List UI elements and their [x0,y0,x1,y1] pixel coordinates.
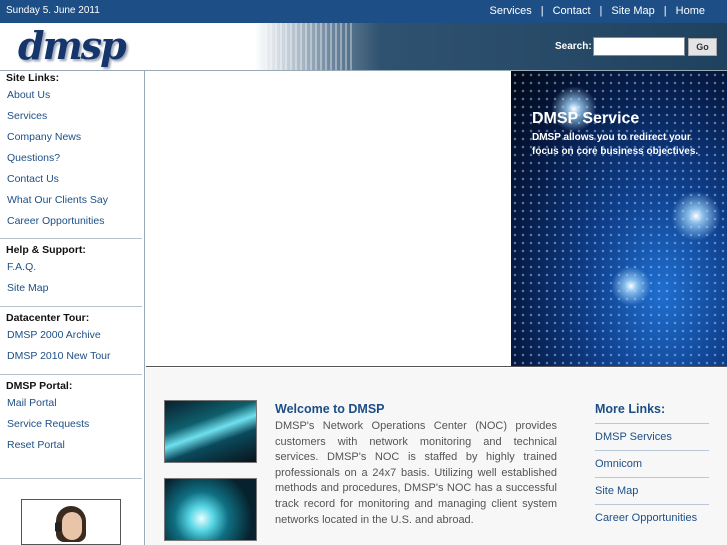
hero-title: DMSP Service [532,110,640,127]
top-nav: Services | Contact | Site Map | Home [490,5,705,17]
hero-subtitle: DMSP allows you to redirect your focus o… [532,132,699,157]
sidebar-item-dmsp-2010-tour[interactable]: DMSP 2010 New Tour [0,346,142,367]
sidebar: Site Links: About Us Services Company Ne… [0,71,145,545]
dmsp-logo[interactable]: dmsp [18,23,127,68]
sidebar-heading: Site Links: [6,72,60,84]
sidebar-divider [0,238,142,239]
search-go-button[interactable]: Go [688,38,717,56]
more-link-career-opportunities[interactable]: Career Opportunities [595,504,709,531]
top-nav-site-map[interactable]: Site Map [611,5,654,17]
sidebar-item-company-news[interactable]: Company News [0,127,142,148]
sidebar-heading: Datacenter Tour: [6,312,90,324]
sidebar-section-portal: DMSP Portal: Mail Portal Service Request… [0,379,142,456]
hero-blank-area [146,71,511,367]
sidebar-heading: DMSP Portal: [6,380,73,392]
sidebar-divider [0,478,142,479]
sidebar-item-about-us[interactable]: About Us [0,85,142,106]
nav-separator: | [599,5,603,17]
sidebar-item-clients-say[interactable]: What Our Clients Say [0,190,142,211]
sidebar-divider [0,374,142,375]
sidebar-heading: Help & Support: [6,244,86,256]
tunnel-thumbnail-image [164,478,257,541]
sidebar-section-site-links: Site Links: About Us Services Company Ne… [0,71,142,232]
agent-face [62,512,82,540]
sidebar-item-reset-portal[interactable]: Reset Portal [0,435,142,456]
sidebar-item-mail-portal[interactable]: Mail Portal [0,393,142,414]
sidebar-item-services[interactable]: Services [0,106,142,127]
hero-banner: DMSP Service DMSP allows you to redirect… [511,71,727,367]
sidebar-item-faq[interactable]: F.A.Q. [0,257,142,278]
sidebar-section-help: Help & Support: F.A.Q. Site Map [0,243,142,299]
search-input[interactable] [593,37,685,56]
sidebar-item-dmsp-2000-archive[interactable]: DMSP 2000 Archive [0,325,142,346]
top-bar: Sunday 5. June 2011 Services | Contact |… [0,0,727,23]
nav-separator: | [540,5,544,17]
more-links-title: More Links: [595,402,666,416]
sidebar-item-site-map[interactable]: Site Map [0,278,142,299]
more-links-list: DMSP Services Omnicom Site Map Career Op… [595,423,709,531]
main-content: Welcome to DMSP DMSP's Network Operation… [146,368,727,545]
cd-thumbnail-image [164,400,257,463]
header-decoration [265,23,355,70]
current-date: Sunday 5. June 2011 [6,5,100,16]
support-agent-image[interactable] [21,499,121,545]
sidebar-item-service-requests[interactable]: Service Requests [0,414,142,435]
more-link-site-map[interactable]: Site Map [595,477,709,504]
sidebar-section-datacenter: Datacenter Tour: DMSP 2000 Archive DMSP … [0,311,142,367]
sidebar-item-contact-us[interactable]: Contact Us [0,169,142,190]
sidebar-divider [0,306,142,307]
site-header: dmsp Search: Go [0,23,727,70]
more-link-dmsp-services[interactable]: DMSP Services [595,423,709,450]
welcome-title: Welcome to DMSP [275,402,385,416]
nav-separator: | [663,5,667,17]
top-nav-contact[interactable]: Contact [553,5,591,17]
hero-glow [671,191,721,241]
welcome-text: DMSP's Network Operations Center (NOC) p… [275,420,557,526]
top-nav-services[interactable]: Services [490,5,532,17]
headset-icon [55,522,61,532]
sidebar-item-career-opportunities[interactable]: Career Opportunities [0,211,142,232]
hero-glow [611,266,651,306]
search-label: Search: [555,41,592,52]
more-link-omnicom[interactable]: Omnicom [595,450,709,477]
top-nav-home[interactable]: Home [676,5,705,17]
sidebar-item-questions[interactable]: Questions? [0,148,142,169]
